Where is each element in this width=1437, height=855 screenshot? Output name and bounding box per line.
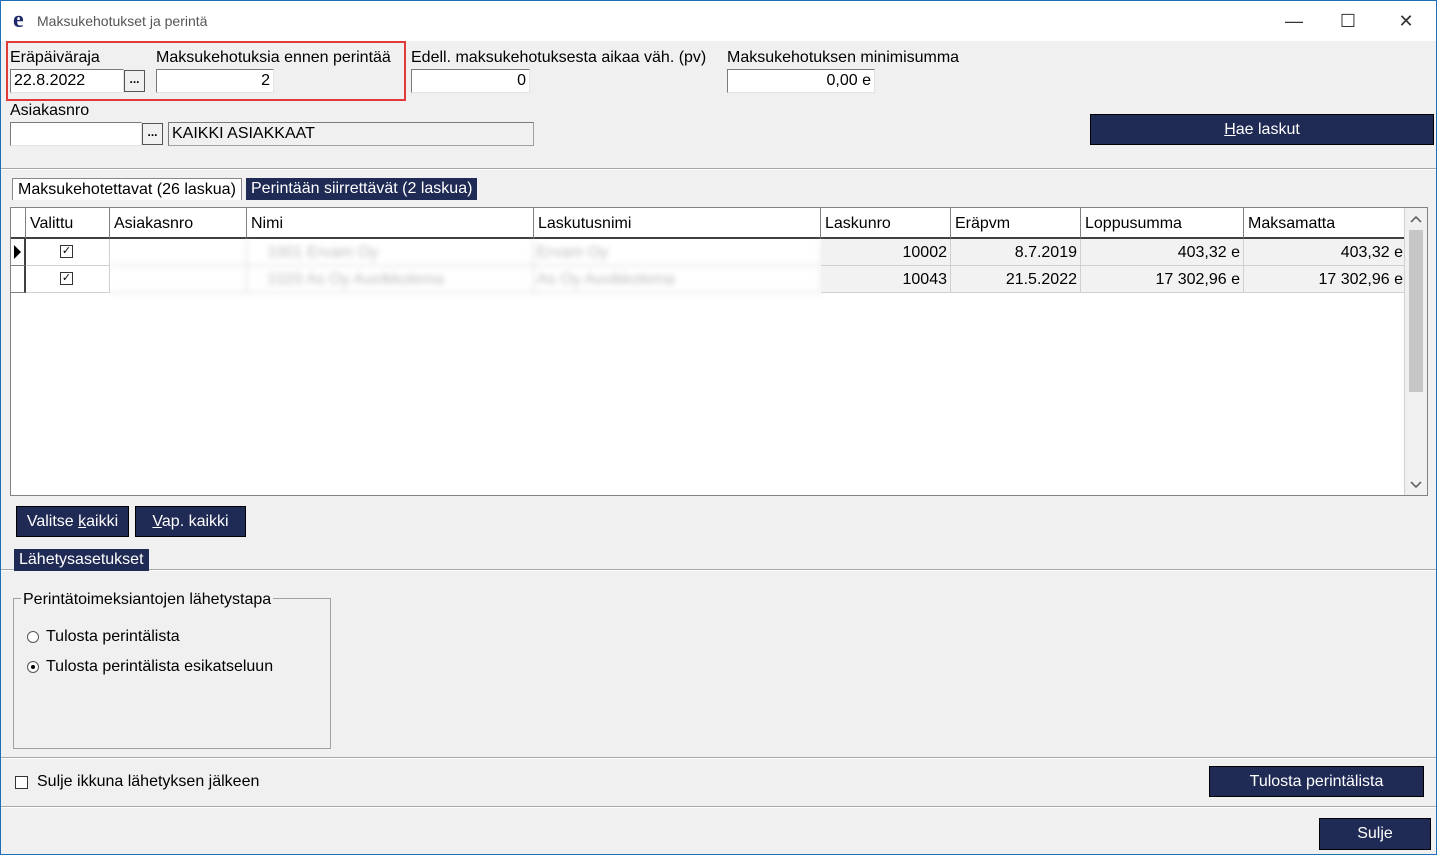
cell-laskunro: 10002 (821, 239, 951, 266)
cell-asiakasnro (110, 266, 247, 293)
cell-nimi: 1001 Ervam Oy (247, 239, 534, 266)
sulje-ikkuna-label[interactable]: Sulje ikkuna lähetyksen jälkeen (37, 773, 259, 791)
header-laskutusnimi[interactable]: Laskutusnimi (534, 208, 821, 239)
row-indicator[interactable] (11, 239, 26, 266)
radio-tulosta-perintalista[interactable] (27, 631, 39, 643)
cell-maksamatta: 17 302,96 e (1244, 266, 1407, 293)
vapauta-kaikki-button[interactable]: Vap. kaikki (135, 506, 246, 537)
row-checkbox[interactable]: ✓ (60, 272, 73, 285)
asiakasnro-input[interactable] (10, 122, 142, 146)
vapauta-kaikki-post: ap. kaikki (161, 513, 229, 530)
maximize-button[interactable]: ☐ (1325, 7, 1371, 35)
cell-maksamatta: 403,32 e (1244, 239, 1407, 266)
close-button[interactable]: ✕ (1383, 7, 1429, 35)
asiakasnro-label: Asiakasnro (10, 102, 90, 119)
minimisumma-label: Maksukehotuksen minimisumma (727, 49, 960, 66)
scroll-down-icon[interactable] (1405, 475, 1427, 495)
radio-tulosta-esikatseluun-label[interactable]: Tulosta perintälista esikatseluun (46, 658, 273, 676)
bottom-divider-2 (1, 806, 1436, 808)
valitse-kaikki-button[interactable]: Valitse kaikki (16, 506, 129, 537)
table-scrollbar[interactable] (1404, 208, 1427, 495)
window-title: Maksukehotukset ja perintä (37, 13, 208, 29)
minimisumma-input[interactable]: 0,00 e (727, 69, 875, 93)
edell-input[interactable]: 0 (411, 69, 530, 93)
sulje-ikkuna-checkbox[interactable] (15, 776, 28, 789)
cell-nimi: 1020 As Oy Auvikkolema (247, 266, 534, 293)
header-indicator (11, 208, 26, 239)
cell-erapvm: 21.5.2022 (951, 266, 1081, 293)
scroll-thumb[interactable] (1409, 230, 1423, 392)
lahetystapa-group-label: Perintätoimeksiantojen lähetystapa (21, 591, 274, 609)
valitse-kaikki-post: aikki (86, 513, 119, 530)
checkmark-icon: ✓ (61, 245, 72, 257)
hae-laskut-label: ae laskut (1235, 121, 1300, 138)
cell-loppusumma: 403,32 e (1081, 239, 1244, 266)
highlight-box (6, 41, 406, 101)
hae-laskut-button[interactable]: Hae laskut (1090, 114, 1434, 145)
settings-divider (1, 569, 1436, 571)
radio-selected-dot (31, 665, 35, 669)
asiakasnro-picker-button[interactable]: ... (142, 123, 163, 145)
main-window: e Maksukehotukset ja perintä — ☐ ✕ Eräpä… (0, 0, 1437, 855)
table-row[interactable]: ✓ (26, 266, 110, 293)
radio-tulosta-esikatseluun[interactable] (27, 661, 39, 673)
vapauta-kaikki-hotkey: V (152, 513, 162, 530)
scroll-up-icon[interactable] (1405, 210, 1427, 230)
cell-asiakasnro (110, 239, 247, 266)
asiakas-name-field: KAIKKI ASIAKKAAT (168, 122, 534, 146)
tulosta-perintalista-button[interactable]: Tulosta perintälista (1209, 766, 1424, 797)
header-erapvm[interactable]: Eräpvm (951, 208, 1081, 239)
cell-laskutusnimi: Ervam Oy (534, 239, 821, 266)
bottom-divider-1 (1, 757, 1436, 759)
tab-maksukehotettavat[interactable]: Maksukehotettavat (26 laskua) (12, 178, 242, 200)
row-checkbox[interactable]: ✓ (60, 245, 73, 258)
current-row-arrow-icon (14, 245, 21, 259)
checkmark-icon: ✓ (61, 272, 72, 284)
sulje-button[interactable]: Sulje (1319, 818, 1431, 850)
header-loppusumma[interactable]: Loppusumma (1081, 208, 1244, 239)
app-logo-icon: e (13, 7, 24, 33)
header-asiakasnro[interactable]: Asiakasnro (110, 208, 247, 239)
table-row[interactable]: ✓ (26, 239, 110, 266)
tab-perintaan-siirrettavat[interactable]: Perintään siirrettävät (2 laskua) (246, 178, 478, 200)
title-bar[interactable]: e Maksukehotukset ja perintä — ☐ ✕ (1, 1, 1436, 41)
header-laskunro[interactable]: Laskunro (821, 208, 951, 239)
cell-laskunro: 10043 (821, 266, 951, 293)
cell-laskutusnimi: As Oy Auvikkolema (534, 266, 821, 293)
invoice-table: Valittu Asiakasnro Nimi Laskutusnimi Las… (10, 207, 1428, 496)
cell-erapvm: 8.7.2019 (951, 239, 1081, 266)
valitse-kaikki-hotkey: k (78, 513, 87, 530)
edell-label: Edell. maksukehotuksesta aikaa väh. (pv) (411, 49, 707, 66)
header-valittu[interactable]: Valittu (26, 208, 110, 239)
valitse-kaikki-pre: Valitse (26, 513, 79, 530)
minimize-button[interactable]: — (1271, 7, 1317, 35)
tab-lahetysasetukset[interactable]: Lähetysasetukset (14, 549, 149, 571)
divider (1, 168, 1436, 170)
row-indicator[interactable] (11, 266, 26, 293)
header-maksamatta[interactable]: Maksamatta (1244, 208, 1407, 239)
cell-loppusumma: 17 302,96 e (1081, 266, 1244, 293)
header-nimi[interactable]: Nimi (247, 208, 534, 239)
hae-laskut-hotkey: H (1224, 121, 1236, 138)
radio-tulosta-perintalista-label[interactable]: Tulosta perintälista (46, 628, 180, 646)
